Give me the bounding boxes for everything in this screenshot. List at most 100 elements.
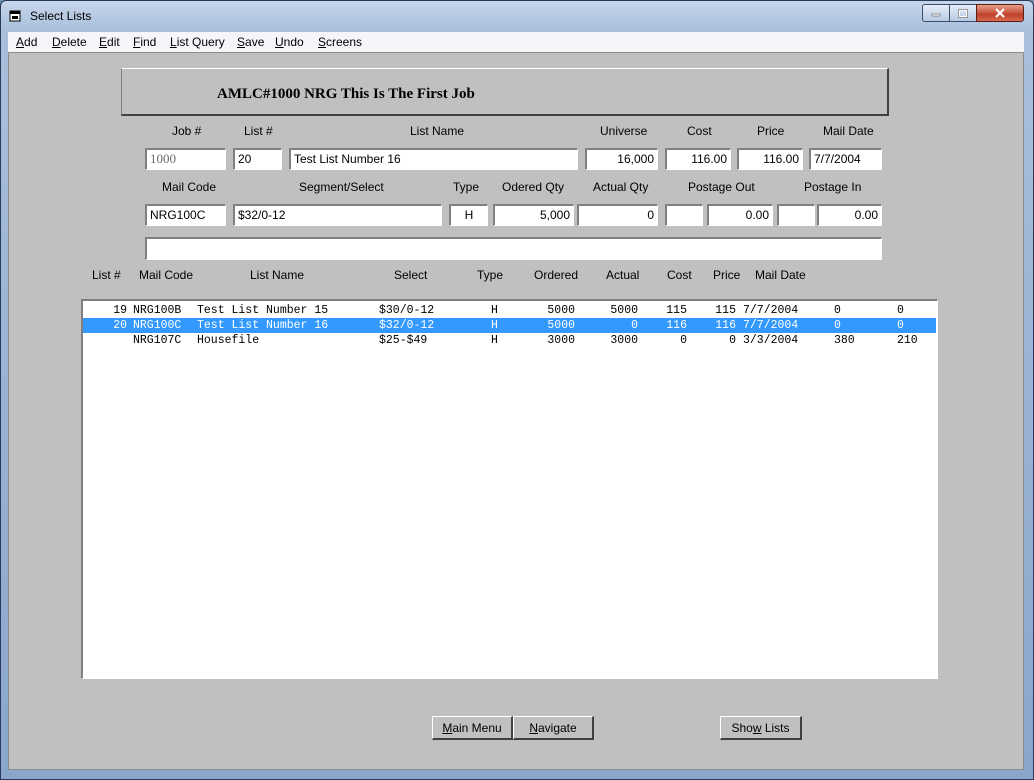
cost-field[interactable]: 116.00 — [665, 148, 731, 170]
col-header-mail-date: Mail Date — [755, 268, 806, 282]
main-menu-accel: M — [442, 720, 453, 735]
close-icon — [995, 8, 1005, 18]
show-lists-label-pre: Sho — [731, 720, 753, 735]
minimize-button[interactable] — [922, 4, 950, 22]
label-ordered-qty: Odered Qty — [502, 180, 565, 194]
label-universe: Universe — [600, 124, 648, 138]
label-segment-select: Segment/Select — [299, 180, 384, 194]
selected-lists-listbox[interactable] — [81, 299, 938, 679]
type-field[interactable]: H — [449, 204, 488, 226]
cell-postage-out: 380 — [834, 334, 855, 347]
list-number-field[interactable]: 20 — [233, 148, 282, 170]
list-row[interactable]: NRG107C Housefile $25-$49 H 3000 3000 0 … — [83, 333, 936, 348]
menu-save[interactable]: Save — [237, 35, 264, 49]
label-list: List # — [244, 124, 273, 138]
cell-mail-code: NRG107C — [133, 334, 182, 347]
postage-in-extra-field[interactable] — [777, 204, 815, 226]
col-header-type: Type — [477, 268, 504, 282]
label-type: Type — [453, 180, 480, 194]
mail-code-field[interactable]: NRG100C — [145, 204, 226, 226]
col-header-mail-code: Mail Code — [139, 268, 194, 282]
segment-select-field[interactable]: $32/0-12 — [233, 204, 442, 226]
show-lists-label-rest: Lists — [761, 720, 790, 735]
col-header-ordered: Ordered — [534, 268, 579, 282]
postage-out-extra-field[interactable] — [665, 204, 703, 226]
cell-type: H — [491, 319, 498, 332]
main-menu-label: ain Menu — [452, 720, 502, 735]
window-title: Select Lists — [30, 9, 92, 23]
cell-select: $32/0-12 — [379, 319, 435, 332]
label-price: Price — [757, 124, 785, 138]
price-field[interactable]: 116.00 — [737, 148, 803, 170]
cell-postage-out: 0 — [834, 304, 841, 317]
list-row-selected[interactable]: 20 NRG100C Test List Number 16 $32/0-12 … — [83, 318, 936, 333]
cell-price: 0 — [729, 334, 736, 347]
cell-postage-in: 210 — [897, 334, 918, 347]
menu-edit[interactable]: Edit — [99, 35, 120, 49]
cell-ordered: 3000 — [547, 334, 575, 347]
cell-select: $30/0-12 — [379, 304, 435, 317]
navigate-accel: N — [529, 720, 538, 735]
list-row[interactable]: 19 NRG100B Test List Number 15 $30/0-12 … — [83, 303, 936, 318]
cell-postage-out: 0 — [834, 319, 841, 332]
cell-ordered: 5000 — [547, 319, 575, 332]
col-header-actual: Actual — [606, 268, 640, 282]
actual-qty-field[interactable]: 0 — [577, 204, 658, 226]
cell-select: $25-$49 — [379, 334, 428, 347]
menu-bar: Add Delete Edit Find List Query Save Und… — [8, 32, 1024, 53]
col-header-price: Price — [713, 268, 741, 282]
cell-actual: 3000 — [610, 334, 638, 347]
cell-actual: 0 — [631, 319, 638, 332]
cell-list-name: Housefile — [197, 334, 260, 347]
cell-type: H — [491, 304, 498, 317]
show-lists-button[interactable]: Sho w Lists — [720, 716, 802, 740]
cell-actual: 5000 — [610, 304, 638, 317]
job-number-field[interactable]: 1000 — [145, 148, 226, 170]
cell-list: 19 — [113, 304, 127, 317]
universe-field[interactable]: 16,000 — [585, 148, 658, 170]
label-mail-code: Mail Code — [162, 180, 217, 194]
cell-cost: 116 — [666, 319, 687, 332]
navigate-label: avigate — [537, 720, 577, 735]
label-list-name: List Name — [410, 124, 465, 138]
minimize-icon — [931, 13, 941, 17]
menu-screens[interactable]: Screens — [318, 35, 362, 49]
menu-find[interactable]: Find — [133, 35, 156, 49]
navigate-button[interactable]: Navigate — [513, 716, 594, 740]
menu-list-query[interactable]: List Query — [170, 35, 225, 49]
label-postage-out: Postage Out — [688, 180, 755, 194]
cell-ordered: 5000 — [547, 304, 575, 317]
postage-out-field[interactable]: 0.00 — [707, 204, 773, 226]
menu-add[interactable]: Add — [16, 35, 37, 49]
col-header-list: List # — [92, 268, 121, 282]
cell-price: 115 — [715, 304, 736, 317]
cell-postage-in: 0 — [897, 304, 904, 317]
postage-in-field[interactable]: 0.00 — [817, 204, 882, 226]
mail-date-field[interactable]: 7/7/2004 — [809, 148, 882, 170]
label-mail-date: Mail Date — [823, 124, 874, 138]
label-cost: Cost — [687, 124, 712, 138]
main-menu-button[interactable]: Main Menu — [432, 716, 513, 740]
col-header-list-name: List Name — [250, 268, 305, 282]
label-job: Job # — [172, 124, 202, 138]
menu-undo[interactable]: Undo — [275, 35, 304, 49]
cell-cost: 0 — [680, 334, 687, 347]
show-lists-accel: w — [752, 720, 762, 735]
app-icon — [9, 10, 21, 22]
menu-delete[interactable]: Delete — [52, 35, 87, 49]
title-bar[interactable]: Select Lists — [0, 0, 1034, 32]
cell-mail-date: 7/7/2004 — [743, 304, 799, 317]
cell-mail-code: NRG100B — [133, 304, 182, 317]
cell-postage-in: 0 — [897, 319, 904, 332]
label-postage-in: Postage In — [804, 180, 862, 194]
col-header-cost: Cost — [667, 268, 692, 282]
cell-cost: 115 — [666, 304, 687, 317]
label-actual-qty: Actual Qty — [593, 180, 649, 194]
notes-field[interactable] — [145, 237, 882, 260]
maximize-icon — [958, 8, 968, 18]
list-name-field[interactable]: Test List Number 16 — [289, 148, 578, 170]
maximize-button[interactable] — [949, 4, 977, 22]
job-header-title: AMLC#1000 NRG This Is The First Job — [217, 86, 475, 102]
close-button[interactable] — [976, 4, 1024, 22]
ordered-qty-field[interactable]: 5,000 — [493, 204, 574, 226]
